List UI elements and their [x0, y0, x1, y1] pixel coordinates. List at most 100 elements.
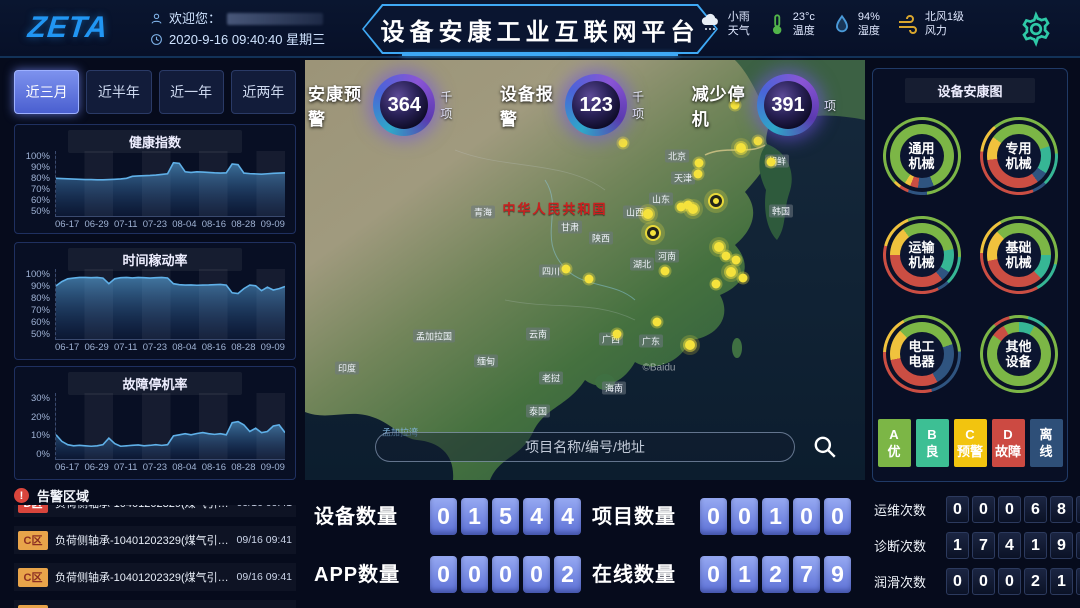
project-count-label: 项目数量	[592, 498, 676, 536]
legend-item: B良	[916, 419, 949, 467]
x-tick: 08-16	[202, 462, 226, 475]
project-marker[interactable]	[695, 159, 704, 168]
project-marker[interactable]	[739, 274, 748, 283]
digit-box: 0	[998, 496, 1021, 523]
map-label: 孟加拉国	[413, 330, 455, 343]
user-name-redacted	[227, 13, 323, 25]
y-axis: 100%90%80%70%60%50%	[19, 269, 55, 340]
map-label: 云南	[526, 328, 550, 341]
legend-item: D故障	[992, 419, 1025, 467]
x-tick: 07-23	[143, 462, 167, 475]
kpi-label: 安康预警	[308, 80, 368, 130]
project-marker[interactable]	[726, 267, 736, 277]
y-tick: 50%	[31, 329, 50, 340]
filter-3-months[interactable]: 近三月	[14, 70, 79, 114]
y-tick: 100%	[26, 269, 50, 280]
x-tick: 09-09	[261, 219, 285, 232]
filter-2-years[interactable]: 近两年	[231, 70, 296, 114]
kpi-circle-device-alarm: 123	[565, 74, 627, 136]
counter-digits: 000683	[946, 496, 1080, 523]
zone-badge: C区	[18, 568, 48, 587]
x-tick: 06-29	[84, 462, 108, 475]
weather-label: 天气	[728, 24, 750, 38]
search-input[interactable]	[375, 432, 795, 462]
map-label: 天津	[671, 172, 695, 185]
project-marker[interactable]	[619, 139, 628, 148]
weather-item-temp: 23°c温度	[766, 10, 815, 38]
project-marker[interactable]	[712, 280, 721, 289]
x-tick: 08-16	[202, 219, 226, 232]
kpi-value: 364	[388, 94, 421, 117]
digit-box: 0	[700, 556, 727, 593]
alert-warning-icon: !	[14, 488, 29, 503]
project-marker[interactable]	[661, 267, 670, 276]
project-marker[interactable]	[710, 195, 722, 207]
project-marker[interactable]	[714, 242, 724, 252]
x-tick: 06-29	[84, 219, 108, 232]
digit-box: 0	[430, 498, 457, 535]
project-marker[interactable]	[677, 203, 686, 212]
filter-1-year[interactable]: 近一年	[159, 70, 224, 114]
digit-box: 1	[1050, 568, 1073, 595]
gauge-label: 运输	[908, 240, 934, 255]
x-tick: 08-28	[231, 219, 255, 232]
project-marker[interactable]	[585, 275, 594, 284]
alert-list[interactable]: D区 负荷侧轴承-10401202329(煤气引风机电... 09/16 09:…	[14, 505, 296, 608]
gauge-label: 通用	[908, 141, 934, 156]
x-tick: 06-17	[55, 219, 79, 232]
map-label: 湖北	[630, 258, 654, 271]
humidity-drop-icon	[831, 12, 853, 36]
project-marker[interactable]	[688, 204, 698, 214]
digit-box: 0	[731, 498, 758, 535]
project-marker[interactable]	[685, 340, 695, 350]
health-gauge-6: 其他设备	[980, 315, 1058, 393]
project-marker[interactable]	[732, 256, 741, 265]
equipment-health-panel: 设备安康图 通用机械专用机械运输机械基础机械电工电器其他设备 A优B良C预警D故…	[872, 68, 1068, 482]
alert-list-item[interactable]: D区 负荷侧轴承-10401202329(煤气引风机电... 09/16 09:…	[14, 505, 296, 517]
project-marker[interactable]	[647, 227, 659, 239]
weather-value: 小雨	[728, 10, 750, 24]
alert-list-item[interactable]: C区 负荷侧轴承-10401202329(煤气引风机电... 09/16 09:…	[14, 563, 296, 591]
alert-list-item[interactable]: C区 负荷侧轴承-10401202329(煤气引风机电... 09/16 09:…	[14, 526, 296, 554]
project-marker[interactable]	[653, 318, 662, 327]
area-chart-plot	[55, 393, 285, 460]
app-count-digits: 00002	[430, 556, 581, 593]
area-chart-plot	[55, 269, 285, 340]
x-tick: 07-11	[114, 219, 138, 232]
y-tick: 100%	[26, 151, 50, 162]
filter-6-months[interactable]: 近半年	[86, 70, 151, 114]
counter-row-maintenance: 运维次数 000683	[874, 496, 1074, 523]
gauge-label: 专用	[1005, 141, 1031, 156]
project-marker[interactable]	[722, 252, 731, 261]
health-gauge-4: 基础机械	[980, 216, 1058, 294]
alert-time: 09/16 09:41	[237, 571, 292, 583]
digit-box: 2	[1024, 568, 1047, 595]
x-tick: 08-04	[172, 462, 196, 475]
x-tick: 08-04	[172, 342, 196, 355]
device-count-digits: 01544	[430, 498, 581, 535]
project-marker[interactable]	[562, 265, 571, 274]
project-marker[interactable]	[767, 158, 776, 167]
search-icon[interactable]	[812, 434, 838, 460]
x-tick: 08-16	[202, 342, 226, 355]
digit-box: 0	[523, 556, 550, 593]
digit-box: 6	[1024, 496, 1047, 523]
gauge-label: 电工	[908, 339, 934, 354]
alert-list-item[interactable]: C区 齿轮箱输入端-10401202412(2#（2V）... 09/16 09…	[14, 600, 296, 608]
map-label: 青海	[471, 206, 495, 219]
project-marker[interactable]	[643, 209, 653, 219]
alert-time: 09/16 09:41	[237, 505, 292, 509]
project-marker[interactable]	[736, 143, 746, 153]
counter-label: 诊断次数	[874, 536, 946, 555]
settings-gear-icon[interactable]	[1018, 11, 1054, 47]
y-tick: 10%	[31, 430, 50, 441]
legend-item: 离线	[1030, 419, 1063, 467]
gauge-label: 机械	[1005, 255, 1031, 270]
project-marker[interactable]	[694, 170, 703, 179]
digit-box: 4	[523, 498, 550, 535]
y-tick: 30%	[31, 393, 50, 404]
digit-box: 0	[492, 556, 519, 593]
kpi-unit: 千项	[632, 88, 652, 122]
project-marker[interactable]	[613, 330, 622, 339]
x-tick: 07-11	[114, 342, 138, 355]
